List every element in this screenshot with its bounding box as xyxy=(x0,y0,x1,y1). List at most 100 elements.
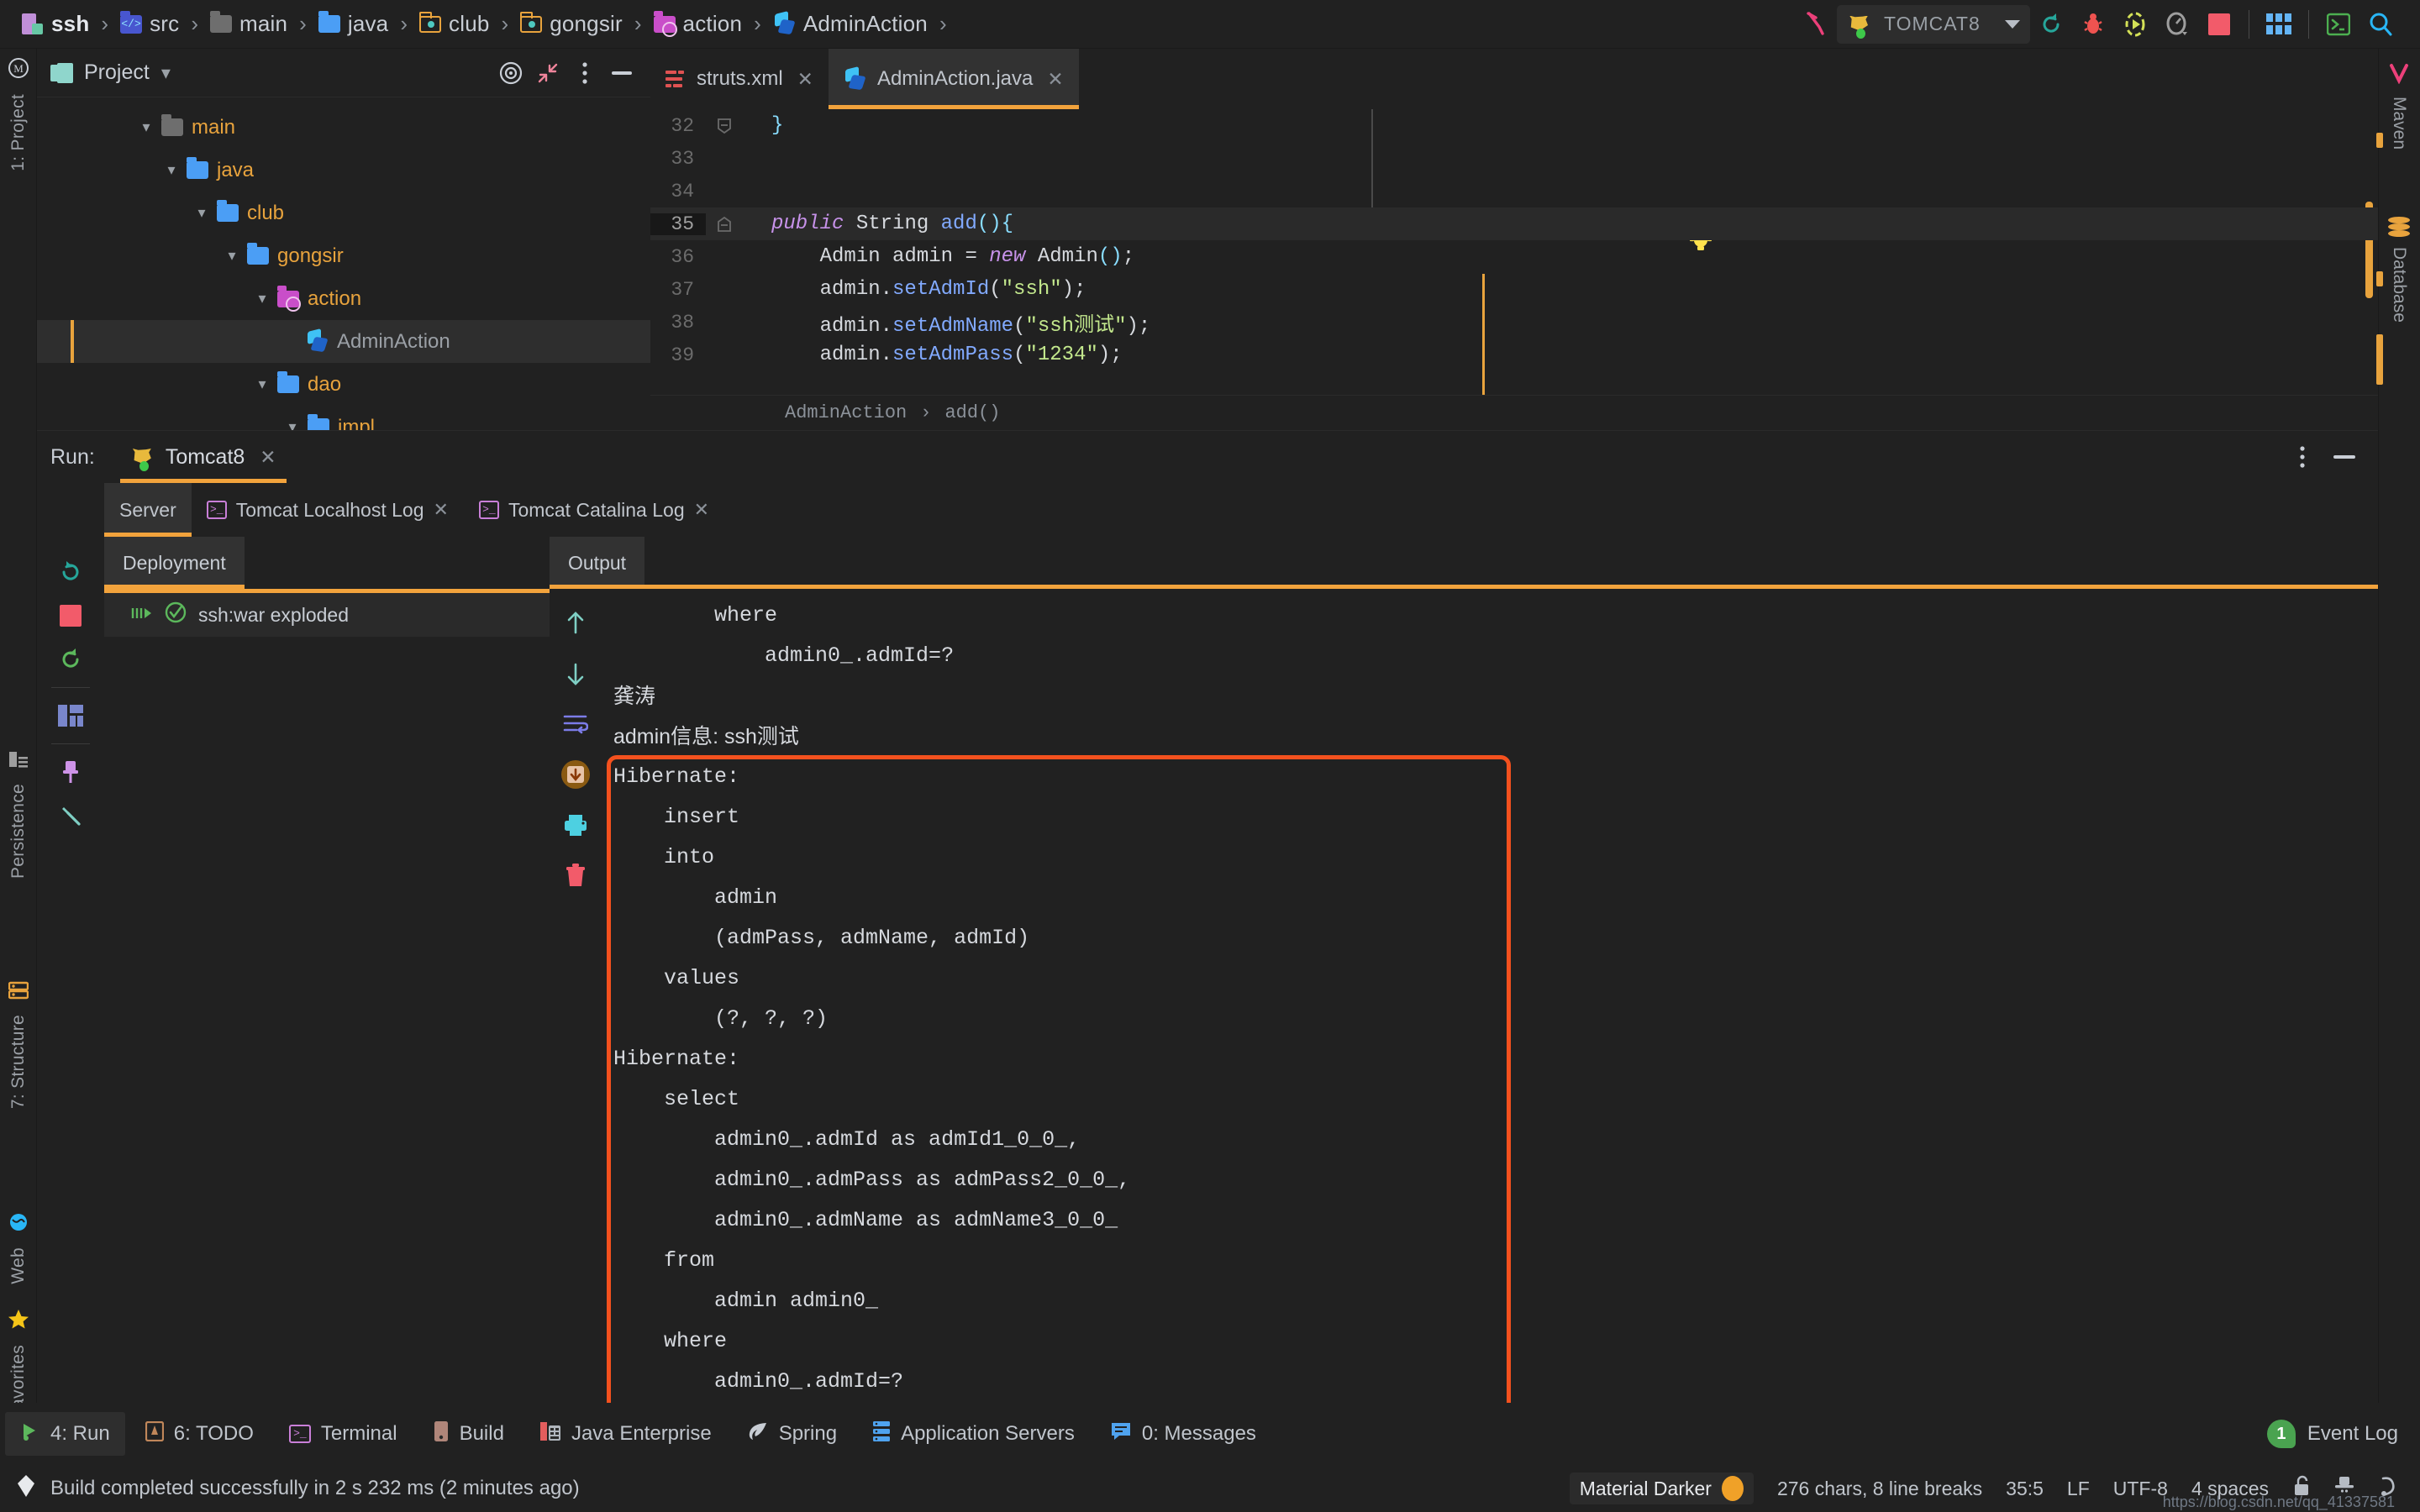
close-icon[interactable]: ✕ xyxy=(260,446,276,469)
tree-item-adminaction[interactable]: AdminAction xyxy=(37,320,650,363)
breadcrumb-item-action[interactable]: action xyxy=(653,10,743,37)
breadcrumb-item-java[interactable]: java xyxy=(318,11,389,37)
sidebar-item-persistence[interactable]: Persistence xyxy=(0,750,37,879)
rerun-icon[interactable] xyxy=(2030,5,2072,44)
sidebar-item-database[interactable]: Database xyxy=(2378,217,2420,323)
layout-icon[interactable] xyxy=(45,694,97,738)
editor-tab-adminaction-java[interactable]: AdminAction.java ✕ xyxy=(828,49,1079,109)
theme-indicator[interactable]: Material Darker xyxy=(1569,1473,1754,1504)
deployment-tab[interactable]: Deployment xyxy=(104,537,245,589)
close-icon[interactable]: ✕ xyxy=(434,499,449,521)
fold-marker[interactable] xyxy=(706,118,743,134)
close-icon[interactable]: ✕ xyxy=(797,68,813,91)
breadcrumb-separator: › xyxy=(299,11,307,36)
build-status[interactable]: Build completed successfully in 2 s 232 … xyxy=(0,1473,580,1504)
debug-bug-icon[interactable] xyxy=(2072,5,2114,44)
console-line: insert xyxy=(613,805,753,829)
fold-marker[interactable] xyxy=(706,216,743,233)
run-config-tab-tomcat8[interactable]: Tomcat8 ✕ xyxy=(119,431,287,483)
deployment-artifact-row[interactable]: ssh:war exploded xyxy=(104,593,550,637)
encoding-label[interactable]: UTF-8 xyxy=(2113,1478,2168,1500)
sidebar-item-structure[interactable]: 7: Structure xyxy=(0,981,37,1109)
output-tab-row: Output xyxy=(550,537,2378,589)
bottom-item-terminal[interactable]: >_ Terminal xyxy=(274,1412,413,1456)
stop-icon[interactable] xyxy=(45,594,97,638)
editor-breadcrumb-class[interactable]: AdminAction xyxy=(785,402,907,423)
up-arrow-icon[interactable] xyxy=(554,602,597,644)
chevron-down-icon[interactable]: ▾ xyxy=(252,375,272,395)
breadcrumb-label: action xyxy=(682,11,743,36)
tree-item-action[interactable]: ▾ action xyxy=(37,277,650,320)
collapse-all-icon[interactable] xyxy=(529,55,566,92)
close-icon[interactable]: ✕ xyxy=(694,499,709,521)
chevron-down-icon[interactable] xyxy=(2005,19,2020,29)
scroll-from-source-icon[interactable] xyxy=(492,55,529,92)
run-with-coverage-icon[interactable] xyxy=(2114,5,2156,44)
caret-position-label[interactable]: 35:5 xyxy=(2006,1478,2044,1500)
breadcrumb-item-src[interactable]: </> src xyxy=(120,10,179,37)
line-separator-label[interactable]: LF xyxy=(2067,1478,2090,1500)
chevron-down-icon[interactable]: ▾ xyxy=(192,203,212,223)
hide-icon[interactable] xyxy=(2326,438,2363,475)
bottom-item-todo[interactable]: 6: TODO xyxy=(130,1412,269,1456)
editor-tab-struts-xml[interactable]: struts.xml ✕ xyxy=(650,49,829,109)
editor-breadcrumb-method[interactable]: add() xyxy=(944,402,1000,423)
chevron-down-icon[interactable]: ▾ xyxy=(136,118,156,138)
soft-wrap-icon[interactable] xyxy=(554,703,597,745)
tree-item-gongsir[interactable]: ▾ gongsir xyxy=(37,234,650,277)
code-line: 38 admin.setAdmName("ssh测试"); xyxy=(650,306,2378,339)
bottom-item-messages[interactable]: 0: Messages xyxy=(1095,1412,1271,1456)
run-subtab-server[interactable]: Server xyxy=(104,483,192,537)
breadcrumb-item-club[interactable]: club xyxy=(418,11,490,37)
java-class-icon xyxy=(773,11,796,35)
chevron-down-icon[interactable]: ▾ xyxy=(161,62,171,84)
chevron-down-icon[interactable]: ▾ xyxy=(252,289,272,309)
tree-item-main[interactable]: ▾ main xyxy=(37,106,650,149)
console-output[interactable]: where admin0_.admId=? 龚涛 admin信息: ssh测试 … xyxy=(602,589,2378,1444)
profiler-icon[interactable] xyxy=(2156,5,2198,44)
star-icon xyxy=(8,1309,29,1334)
down-arrow-icon[interactable] xyxy=(554,653,597,695)
breadcrumb-item-main[interactable]: main xyxy=(210,11,287,37)
bottom-item-java-enterprise[interactable]: Java Enterprise xyxy=(524,1412,727,1456)
sidebar-item-maven[interactable]: Maven xyxy=(2378,62,2420,150)
run-configuration-selector[interactable]: TOMCAT8 xyxy=(1837,4,2030,44)
tree-item-dao[interactable]: ▾ dao xyxy=(37,363,650,406)
sidebar-item-web[interactable]: Web xyxy=(0,1212,37,1284)
breadcrumb-item-ssh[interactable]: ssh xyxy=(22,11,89,37)
bottom-item-spring[interactable]: Spring xyxy=(732,1412,852,1456)
sidebar-item-project[interactable]: 1: Project M xyxy=(0,57,37,171)
code-editor[interactable]: 32 } 33 34 35 public String add(){ 36 Ad… xyxy=(650,109,2378,430)
bottom-item-label: Application Servers xyxy=(901,1422,1075,1445)
chevron-down-icon[interactable]: ▾ xyxy=(161,160,182,181)
rerun-icon[interactable] xyxy=(45,550,97,594)
stop-icon[interactable] xyxy=(2198,5,2240,44)
output-tab[interactable]: Output xyxy=(550,537,645,589)
run-subtab-tomcat-localhost-log[interactable]: >_ Tomcat Localhost Log ✕ xyxy=(192,483,464,537)
print-icon[interactable] xyxy=(554,804,597,846)
bottom-item-run[interactable]: 4: Run xyxy=(5,1412,125,1456)
deployment-tab-underline xyxy=(104,589,550,593)
chevron-down-icon[interactable]: ▾ xyxy=(222,246,242,266)
build-hammer-icon[interactable] xyxy=(1795,5,1837,44)
breadcrumb-item-gongsir[interactable]: gongsir xyxy=(519,11,623,37)
breadcrumb-item-adminaction[interactable]: AdminAction xyxy=(773,11,928,37)
terminal-icon[interactable] xyxy=(2317,5,2360,44)
scroll-to-end-icon[interactable] xyxy=(554,753,597,795)
hide-icon[interactable] xyxy=(603,55,640,92)
tree-item-java[interactable]: ▾ java xyxy=(37,149,650,192)
options-icon[interactable] xyxy=(566,55,603,92)
bottom-item-build[interactable]: Build xyxy=(418,1412,519,1456)
close-icon[interactable]: ✕ xyxy=(1047,68,1063,91)
bottom-item-application-servers[interactable]: Application Servers xyxy=(857,1412,1090,1456)
options-icon[interactable] xyxy=(2284,438,2321,475)
search-icon[interactable] xyxy=(2360,5,2402,44)
event-log-button[interactable]: 1 Event Log xyxy=(2266,1420,2420,1448)
trash-icon[interactable] xyxy=(554,854,597,896)
tree-item-club[interactable]: ▾ club xyxy=(37,192,650,234)
pin-icon[interactable] xyxy=(45,750,97,794)
restart-icon[interactable] xyxy=(45,638,97,681)
run-subtab-tomcat-catalina-log[interactable]: >_ Tomcat Catalina Log ✕ xyxy=(464,483,724,537)
wrench-icon[interactable] xyxy=(45,794,97,837)
layout-grid-icon[interactable] xyxy=(2258,5,2300,44)
